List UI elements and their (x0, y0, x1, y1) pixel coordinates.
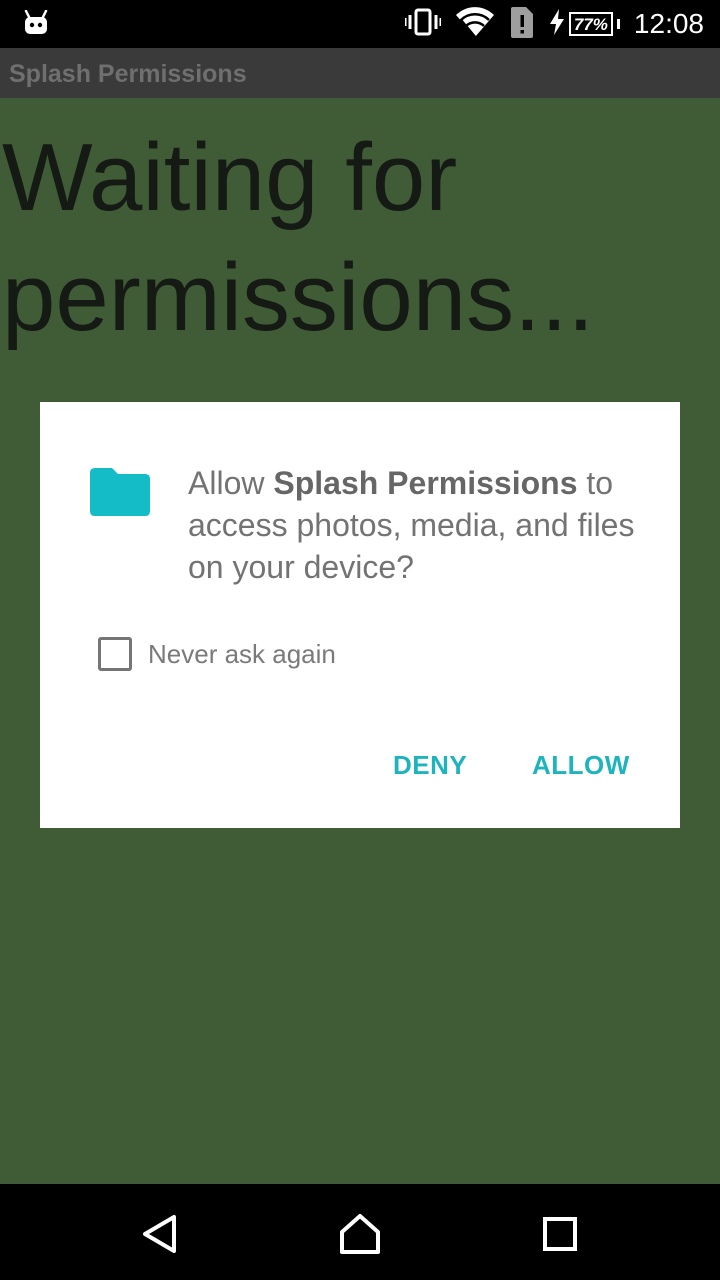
message-app-name: Splash Permissions (273, 465, 578, 501)
sim-alert-icon (509, 5, 535, 44)
status-time: 12:08 (633, 8, 704, 39)
battery-indicator: 77% (549, 8, 620, 40)
wifi-icon (455, 6, 495, 43)
battery-percent: 77% (573, 14, 608, 34)
deny-button[interactable]: DENY (393, 750, 467, 781)
message-prefix: Allow (188, 465, 274, 501)
recent-apps-icon[interactable] (538, 1212, 582, 1256)
navigation-bar (0, 1184, 720, 1280)
folder-icon (90, 468, 150, 516)
vibrate-icon (404, 8, 442, 41)
never-ask-again-checkbox[interactable] (98, 637, 132, 671)
permission-message: Allow Splash Permissions to access photo… (188, 462, 648, 588)
never-ask-again-label: Never ask again (148, 638, 336, 669)
android-notification-icon (22, 9, 50, 41)
waiting-message: Waiting for permissions... (2, 124, 595, 351)
allow-button[interactable]: ALLOW (532, 750, 630, 781)
home-icon[interactable] (338, 1212, 382, 1256)
status-bar: 77% 12:08 (0, 0, 720, 48)
battery-icon: 77% (568, 12, 613, 36)
app-title: Splash Permissions (9, 60, 247, 88)
never-ask-again-option[interactable]: Never ask again (98, 637, 336, 671)
charging-icon (549, 8, 565, 40)
app-bar: Splash Permissions (0, 48, 720, 98)
permission-dialog: Allow Splash Permissions to access photo… (40, 402, 680, 828)
back-icon[interactable] (138, 1212, 182, 1256)
